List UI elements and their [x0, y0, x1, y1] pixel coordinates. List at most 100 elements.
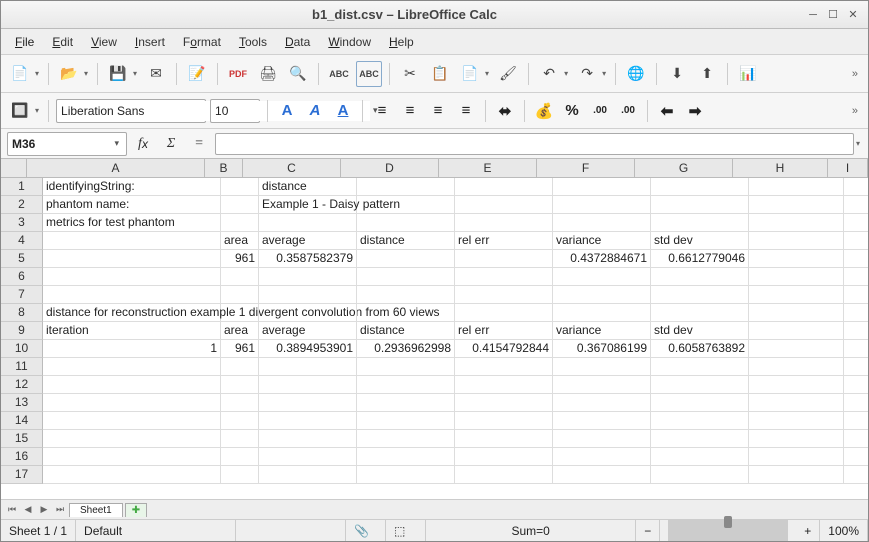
row-header[interactable]: 4 — [1, 232, 43, 250]
col-header[interactable]: C — [243, 159, 341, 177]
cell-H10[interactable] — [749, 340, 844, 358]
cell-A11[interactable] — [43, 358, 221, 376]
cell-G17[interactable] — [651, 466, 749, 484]
cell-H9[interactable] — [749, 322, 844, 340]
cell-C8[interactable] — [259, 304, 357, 322]
sort-desc-icon[interactable]: ⬆ — [694, 61, 720, 87]
cell-E6[interactable] — [455, 268, 553, 286]
overflow-icon[interactable]: » — [848, 68, 862, 80]
row-header[interactable]: 17 — [1, 466, 43, 484]
cell-G8[interactable] — [651, 304, 749, 322]
cell-H17[interactable] — [749, 466, 844, 484]
menu-file[interactable]: File — [7, 32, 42, 52]
menu-view[interactable]: View — [83, 32, 125, 52]
add-sheet-icon[interactable]: ✚ — [125, 503, 147, 517]
paint-icon[interactable]: 🖌 — [495, 61, 521, 87]
cell-B2[interactable] — [221, 196, 259, 214]
cell-I13[interactable] — [844, 394, 868, 412]
cell-D2[interactable] — [357, 196, 455, 214]
dropdown-icon[interactable]: ▾ — [485, 69, 489, 78]
preview-icon[interactable]: 🔍 — [285, 61, 311, 87]
function-icon[interactable]: = — [187, 132, 211, 156]
cell-C16[interactable] — [259, 448, 357, 466]
cell-C6[interactable] — [259, 268, 357, 286]
cell-C5[interactable]: 0.3587582379 — [259, 250, 357, 268]
bold-icon[interactable]: A — [275, 99, 299, 123]
zoom-out-icon[interactable]: − — [636, 520, 660, 541]
menu-format[interactable]: Format — [175, 32, 229, 52]
cell-E5[interactable] — [455, 250, 553, 268]
cell-F16[interactable] — [553, 448, 651, 466]
cell-E4[interactable]: rel err — [455, 232, 553, 250]
row-header[interactable]: 3 — [1, 214, 43, 232]
cell-A6[interactable] — [43, 268, 221, 286]
col-header[interactable]: E — [439, 159, 537, 177]
row-header[interactable]: 12 — [1, 376, 43, 394]
row-header[interactable]: 14 — [1, 412, 43, 430]
cell-F10[interactable]: 0.367086199 — [553, 340, 651, 358]
cell-F2[interactable] — [553, 196, 651, 214]
status-sum[interactable]: Sum=0 — [426, 520, 636, 541]
print-icon[interactable]: 🖨 — [255, 61, 281, 87]
close-button[interactable]: ✕ — [846, 8, 860, 22]
cell-F5[interactable]: 0.4372884671 — [553, 250, 651, 268]
cell-H8[interactable] — [749, 304, 844, 322]
cell-D17[interactable] — [357, 466, 455, 484]
row-header[interactable]: 16 — [1, 448, 43, 466]
cell-H6[interactable] — [749, 268, 844, 286]
overflow-icon[interactable]: » — [848, 105, 862, 117]
cell-I7[interactable] — [844, 286, 868, 304]
cell-F4[interactable]: variance — [553, 232, 651, 250]
cell-A16[interactable] — [43, 448, 221, 466]
add-decimal-icon[interactable]: .00 — [588, 99, 612, 123]
cell-D13[interactable] — [357, 394, 455, 412]
function-wizard-icon[interactable]: fx — [131, 132, 155, 156]
cell-F15[interactable] — [553, 430, 651, 448]
cell-B6[interactable] — [221, 268, 259, 286]
increase-indent-icon[interactable]: ➡ — [683, 99, 707, 123]
cell-E14[interactable] — [455, 412, 553, 430]
chart-icon[interactable]: 📊 — [735, 61, 761, 87]
cell-C13[interactable] — [259, 394, 357, 412]
cell-I2[interactable] — [844, 196, 868, 214]
autospell-icon[interactable]: ABC — [356, 61, 382, 87]
cell-G7[interactable] — [651, 286, 749, 304]
cell-E13[interactable] — [455, 394, 553, 412]
cell-B16[interactable] — [221, 448, 259, 466]
row-header[interactable]: 2 — [1, 196, 43, 214]
cell-A9[interactable]: iteration — [43, 322, 221, 340]
cell-D14[interactable] — [357, 412, 455, 430]
cell-B7[interactable] — [221, 286, 259, 304]
cell-E10[interactable]: 0.4154792844 — [455, 340, 553, 358]
cell-C10[interactable]: 0.3894953901 — [259, 340, 357, 358]
save-icon[interactable]: 💾 — [105, 61, 131, 87]
cell-A3[interactable]: metrics for test phantom — [43, 214, 221, 232]
cell-A8[interactable]: distance for reconstruction example 1 di… — [43, 304, 221, 322]
cell-B14[interactable] — [221, 412, 259, 430]
cell-I9[interactable] — [844, 322, 868, 340]
menu-insert[interactable]: Insert — [127, 32, 173, 52]
cell-A12[interactable] — [43, 376, 221, 394]
formula-input[interactable] — [215, 133, 854, 155]
cell-C3[interactable] — [259, 214, 357, 232]
cell-G2[interactable] — [651, 196, 749, 214]
cell-E7[interactable] — [455, 286, 553, 304]
cell-E12[interactable] — [455, 376, 553, 394]
cell-F11[interactable] — [553, 358, 651, 376]
cell-I5[interactable] — [844, 250, 868, 268]
cell-C7[interactable] — [259, 286, 357, 304]
dropdown-icon[interactable]: ▾ — [602, 69, 606, 78]
new-icon[interactable]: 📄 — [7, 61, 33, 87]
cell-I3[interactable] — [844, 214, 868, 232]
row-header[interactable]: 13 — [1, 394, 43, 412]
cell-H1[interactable] — [749, 178, 844, 196]
cell-H13[interactable] — [749, 394, 844, 412]
spellcheck-icon[interactable]: ABC — [326, 61, 352, 87]
edit-icon[interactable]: 📝 — [184, 61, 210, 87]
font-size-combo[interactable]: ▾ — [210, 99, 260, 123]
cell-F8[interactable] — [553, 304, 651, 322]
cell-H14[interactable] — [749, 412, 844, 430]
cut-icon[interactable]: ✂ — [397, 61, 423, 87]
cell-B9[interactable]: area — [221, 322, 259, 340]
cell-H2[interactable] — [749, 196, 844, 214]
